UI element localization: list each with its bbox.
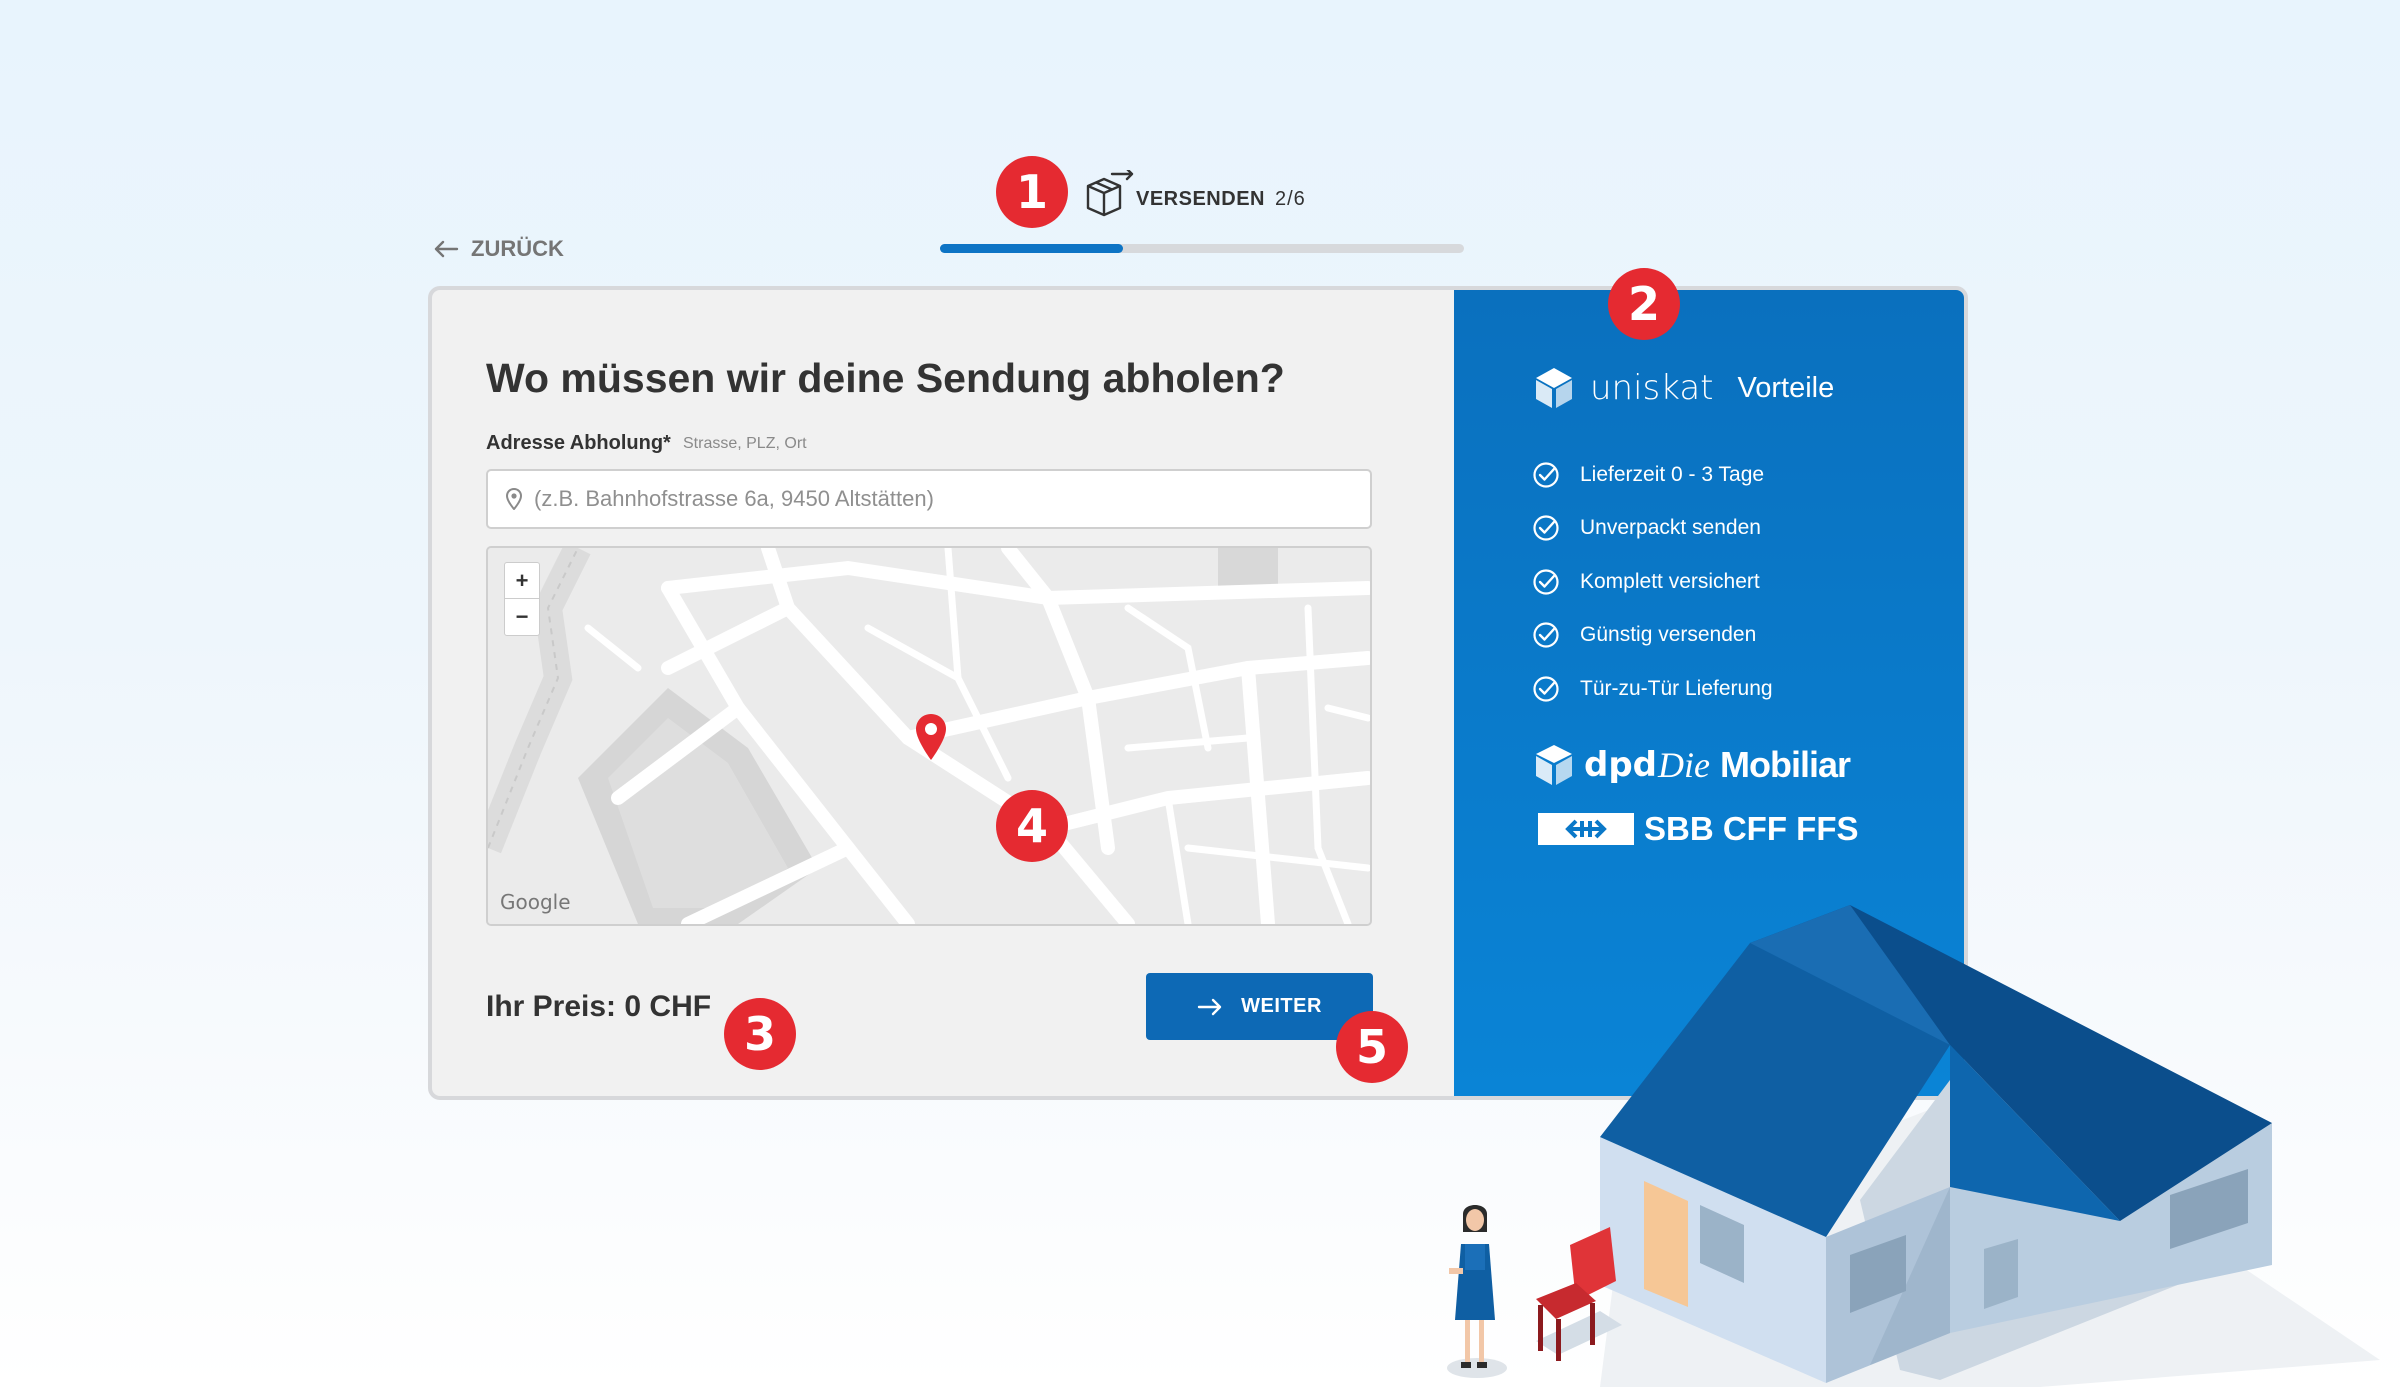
brand-name: uniskat <box>1590 368 1714 408</box>
benefit-item: Unverpackt senden <box>1532 502 1773 556</box>
benefit-item: Lieferzeit 0 - 3 Tage <box>1532 448 1773 502</box>
address-hint: Strasse, PLZ, Ort <box>683 435 807 452</box>
annotation-badge-3: 3 <box>724 998 796 1070</box>
next-button-label: WEITER <box>1241 995 1322 1017</box>
benefits-list: Lieferzeit 0 - 3 Tage Unverpackt senden … <box>1532 448 1773 716</box>
dpd-logo: dpd <box>1534 744 1657 786</box>
map-attribution: Google <box>500 890 571 914</box>
check-circle-icon <box>1533 676 1559 702</box>
mobiliar-logo: Die Mobiliar <box>1658 744 1851 786</box>
map-zoom-in-button[interactable]: + <box>505 563 539 599</box>
benefit-label: Komplett versichert <box>1580 569 1760 593</box>
annotation-badge-4: 4 <box>996 790 1068 862</box>
arrow-right-icon <box>1197 998 1222 1015</box>
uniskat-logo-icon <box>1536 368 1572 408</box>
sbb-logo: SBB CFF FFS <box>1538 810 1858 848</box>
address-input[interactable] <box>532 485 1356 513</box>
person-icon <box>1447 1205 1507 1378</box>
arrow-left-icon <box>434 240 459 258</box>
step-package-icon <box>1084 167 1136 223</box>
chair-icon <box>1536 1227 1622 1361</box>
step-counter: 2/6 <box>1275 188 1306 210</box>
brand-header: uniskat Vorteile <box>1532 366 1834 410</box>
back-link[interactable]: ZURÜCK <box>433 236 564 262</box>
benefit-item: Günstig versenden <box>1532 609 1773 663</box>
check-circle-icon <box>1533 462 1559 488</box>
step-label: VERSENDEN <box>1136 188 1265 210</box>
address-label: Adresse Abholung* <box>486 432 671 454</box>
page-title: Wo müssen wir deine Sendung abholen? <box>486 355 1285 401</box>
annotation-badge-1: 1 <box>996 156 1068 228</box>
benefit-label: Tür-zu-Tür Lieferung <box>1580 676 1773 700</box>
mobiliar-die: Die <box>1658 745 1710 785</box>
map-zoom-controls: + − <box>504 562 540 636</box>
mobiliar-name: Mobiliar <box>1720 744 1851 785</box>
price-label: Ihr Preis: 0 CHF <box>486 990 712 1023</box>
check-circle-icon <box>1533 622 1559 648</box>
annotation-badge-2: 2 <box>1608 268 1680 340</box>
benefit-item: Komplett versichert <box>1532 555 1773 609</box>
back-label: ZURÜCK <box>471 236 564 261</box>
benefit-label: Unverpackt senden <box>1580 516 1761 540</box>
benefits-heading: Vorteile <box>1737 371 1835 404</box>
address-field[interactable] <box>486 469 1372 529</box>
sbb-arrows-icon <box>1538 813 1634 845</box>
sbb-wordmark: SBB CFF FFS <box>1644 810 1859 847</box>
progress-bar-fill <box>940 244 1123 253</box>
benefit-item: Tür-zu-Tür Lieferung <box>1532 662 1773 716</box>
annotation-badge-5: 5 <box>1336 1011 1408 1083</box>
map-zoom-out-button[interactable]: − <box>505 599 539 634</box>
benefit-label: Günstig versenden <box>1580 623 1757 647</box>
house-icon <box>1600 905 2272 1383</box>
dpd-cube-icon <box>1536 745 1572 785</box>
check-circle-icon <box>1533 515 1559 541</box>
map-view[interactable]: + − Google <box>486 546 1372 926</box>
check-circle-icon <box>1533 569 1559 595</box>
location-pin-icon <box>506 488 522 510</box>
benefit-label: Lieferzeit 0 - 3 Tage <box>1580 462 1765 486</box>
dpd-wordmark: dpd <box>1584 745 1658 785</box>
map-pin-icon[interactable] <box>914 712 948 762</box>
